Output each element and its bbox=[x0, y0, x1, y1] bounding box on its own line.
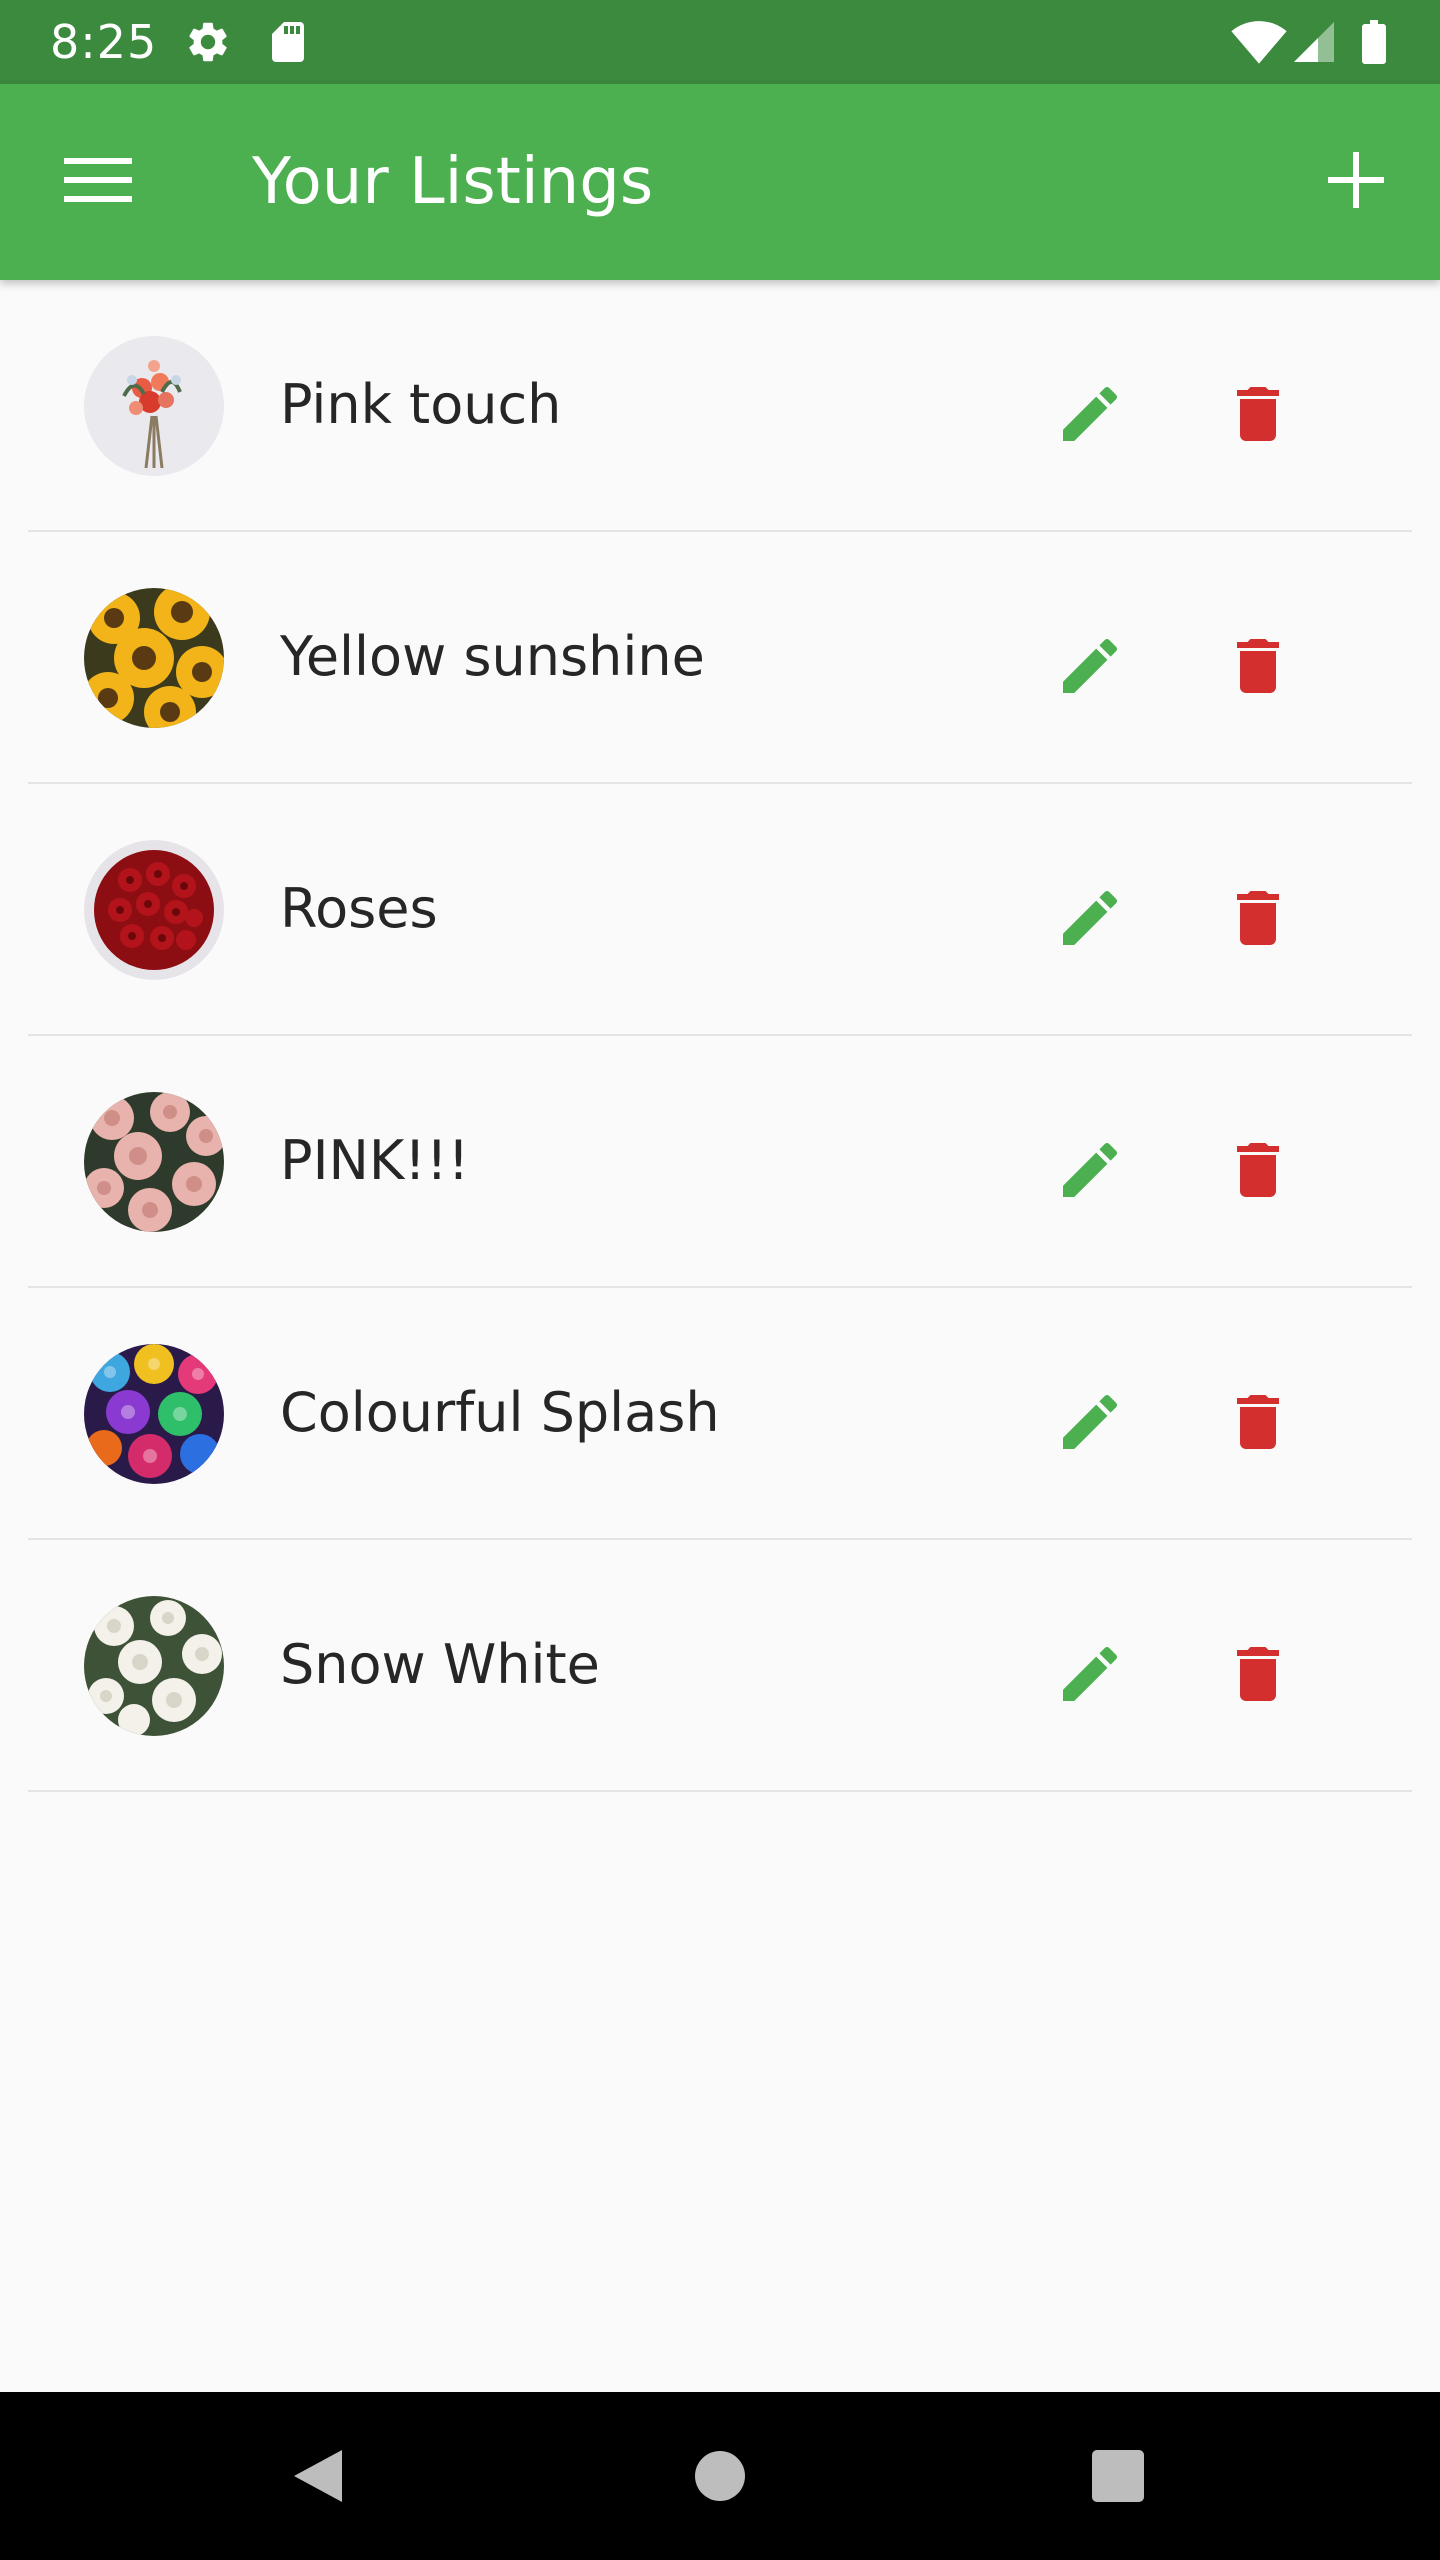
delete-listing-button[interactable] bbox=[1208, 1120, 1308, 1220]
status-bar: 8:25 bbox=[0, 0, 1440, 84]
trash-icon bbox=[1237, 891, 1279, 945]
pencil-icon bbox=[1063, 1142, 1118, 1197]
home-icon bbox=[695, 2451, 745, 2501]
trash-icon bbox=[1237, 1143, 1279, 1197]
pink-roses-image bbox=[84, 1092, 224, 1232]
status-time: 8:25 bbox=[50, 15, 158, 69]
pencil-icon bbox=[1063, 1394, 1118, 1449]
edit-listing-button[interactable] bbox=[1040, 1624, 1140, 1724]
edit-listing-button[interactable] bbox=[1040, 1372, 1140, 1472]
listing-thumbnail bbox=[84, 1596, 224, 1736]
app-bar: Your Listings bbox=[0, 84, 1440, 280]
wifi-icon bbox=[1231, 21, 1287, 64]
listing-name: Pink touch bbox=[280, 373, 562, 436]
red-roses-image bbox=[84, 840, 224, 980]
home-button[interactable] bbox=[670, 2426, 770, 2526]
listing-thumbnail bbox=[84, 588, 224, 728]
battery-icon bbox=[1362, 20, 1386, 64]
listing-name: Colourful Splash bbox=[280, 1381, 720, 1444]
pencil-icon bbox=[1063, 890, 1118, 945]
listings-list: Pink touch Yellow sunshine Roses PINK!!!… bbox=[0, 280, 1440, 1792]
trash-icon bbox=[1237, 1395, 1279, 1449]
delete-listing-button[interactable] bbox=[1208, 1624, 1308, 1724]
rainbow-roses-image bbox=[84, 1344, 224, 1484]
listing-name: Yellow sunshine bbox=[280, 625, 705, 688]
white-roses-image bbox=[84, 1596, 224, 1736]
listing-thumbnail bbox=[84, 1344, 224, 1484]
pencil-icon bbox=[1063, 638, 1118, 693]
delete-listing-button[interactable] bbox=[1208, 364, 1308, 464]
gear-icon bbox=[189, 22, 227, 62]
trash-icon bbox=[1237, 387, 1279, 441]
sunflowers-image bbox=[84, 588, 224, 728]
listing-name: PINK!!! bbox=[280, 1129, 470, 1192]
back-icon bbox=[294, 2450, 342, 2502]
listing-thumbnail bbox=[84, 336, 224, 476]
listing-row[interactable]: Colourful Splash bbox=[0, 1288, 1440, 1540]
listing-name: Roses bbox=[280, 877, 438, 940]
listing-row[interactable]: Pink touch bbox=[0, 280, 1440, 532]
listing-name: Snow White bbox=[280, 1633, 600, 1696]
edit-listing-button[interactable] bbox=[1040, 616, 1140, 716]
listing-thumbnail bbox=[84, 1092, 224, 1232]
listing-row[interactable]: PINK!!! bbox=[0, 1036, 1440, 1288]
recents-button[interactable] bbox=[1068, 2426, 1168, 2526]
listing-row[interactable]: Snow White bbox=[0, 1540, 1440, 1792]
trash-icon bbox=[1237, 1647, 1279, 1701]
trash-icon bbox=[1237, 639, 1279, 693]
add-listing-button[interactable] bbox=[1298, 122, 1414, 238]
pencil-icon bbox=[1063, 1646, 1118, 1701]
bouquet-image bbox=[84, 336, 224, 476]
back-button[interactable] bbox=[268, 2426, 368, 2526]
menu-button[interactable] bbox=[40, 122, 156, 238]
sd-card-icon bbox=[272, 22, 304, 62]
delete-listing-button[interactable] bbox=[1208, 616, 1308, 716]
edit-listing-button[interactable] bbox=[1040, 1120, 1140, 1220]
listing-row[interactable]: Roses bbox=[0, 784, 1440, 1036]
navigation-bar bbox=[0, 2392, 1440, 2560]
add-icon bbox=[1328, 152, 1384, 208]
edit-listing-button[interactable] bbox=[1040, 868, 1140, 968]
page-title: Your Listings bbox=[252, 145, 654, 219]
delete-listing-button[interactable] bbox=[1208, 1372, 1308, 1472]
listing-row[interactable]: Yellow sunshine bbox=[0, 532, 1440, 784]
signal-icon bbox=[1294, 22, 1334, 62]
pencil-icon bbox=[1063, 386, 1118, 441]
recents-icon bbox=[1092, 2450, 1144, 2502]
delete-listing-button[interactable] bbox=[1208, 868, 1308, 968]
listing-thumbnail bbox=[84, 840, 224, 980]
menu-icon bbox=[64, 158, 132, 202]
edit-listing-button[interactable] bbox=[1040, 364, 1140, 464]
